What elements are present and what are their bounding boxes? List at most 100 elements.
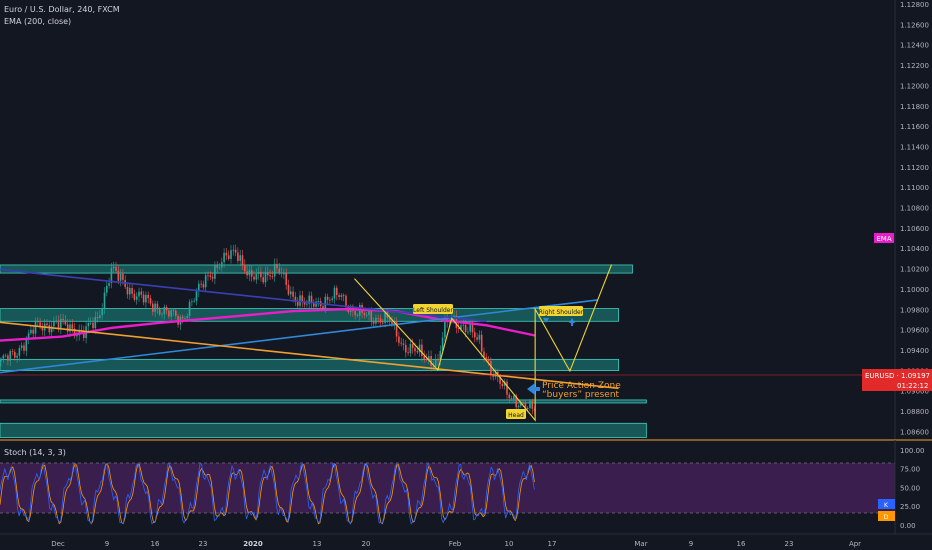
candle-body [462,324,465,326]
candle-body [195,291,198,301]
ema-indicator-label[interactable]: EMA (200, close) [4,17,71,26]
candle-body [244,264,246,272]
time-tick-label: 10 [505,540,514,548]
candle-body [467,331,469,333]
right-shoulder-text: Right Shoulder [539,309,584,316]
price-tick-label: 1.10800 [900,205,929,213]
candle-body [76,335,78,337]
candle-body [138,291,140,297]
candle-body [223,252,225,263]
candle-body [365,315,368,316]
stoch-tick-label: 0.00 [900,522,916,530]
candle-body [234,249,237,253]
candle-body [269,275,271,277]
candle-body [20,345,23,348]
candle-body [280,272,283,274]
candle-body [191,301,193,303]
price-tick-label: 1.11000 [900,184,929,192]
candle-body [0,358,2,361]
candle-body [340,295,343,297]
candle-body [336,287,338,296]
candle-body [260,272,262,278]
candle-body [62,318,64,321]
price-action-zone-note: Price Action Zone “buyers” present [527,381,621,400]
candle-body [129,288,131,295]
candle-body [430,356,432,367]
candle-body [425,358,428,360]
candle-body [434,359,437,367]
time-tick-label: 20 [362,540,371,548]
time-tick-label: 23 [199,540,208,548]
candle-body [529,400,531,408]
candle-body [218,267,221,269]
candle-body [32,329,34,334]
last-price-badge: EURUSD · 1.09197 01:22:12 [862,369,932,391]
candle-body [103,292,106,309]
candle-body [7,355,9,361]
head-label: Head [506,409,526,419]
candle-body [87,322,90,327]
candle-body [145,294,147,303]
candle-body [117,270,120,281]
stoch-indicator-label[interactable]: Stoch (14, 3, 3) [4,448,66,457]
stoch-band [0,463,895,513]
price-tick-label: 1.10600 [900,225,929,233]
candle-body [221,262,223,268]
candle-body [214,265,216,279]
candle-body [292,291,294,297]
stoch-tick-label: 50.00 [900,484,920,492]
time-tick-label: Apr [849,540,861,548]
price-tick-label: 1.12000 [900,82,929,90]
candle-body [66,324,69,332]
candle-body [331,298,333,300]
candle-body [170,310,172,317]
candle-body [184,318,186,319]
stoch-tick-label: 75.00 [900,466,920,474]
candle-body [469,324,471,332]
candle-body [508,394,511,399]
price-tick-label: 1.09800 [900,306,929,314]
d-badge-text: D [884,514,889,521]
candle-body [526,407,529,410]
chart-area[interactable]: Left Shoulder Right Shoulder Head Price … [0,0,932,550]
candle-body [287,284,290,295]
candle-body [152,303,154,312]
ema-badge-text: EMA [876,235,891,243]
candle-body [18,347,21,356]
candle-body [411,343,414,349]
candle-body [531,400,534,409]
zone-note-line-2: “buyers” present [542,390,620,400]
candle-body [64,320,67,325]
left-shoulder-text: Left Shoulder [413,307,453,314]
candle-body [216,265,218,268]
candle-body [370,310,373,321]
price-tick-label: 1.12600 [900,21,929,29]
candle-body [161,314,163,315]
candle-body [230,250,232,259]
candle-body [37,321,39,323]
candle-body [356,315,359,317]
candle-body [338,295,340,297]
candle-body [57,320,60,329]
candle-body [428,356,430,360]
price-tick-label: 1.12200 [900,62,929,70]
candle-body [246,271,248,276]
candle-body [227,255,230,259]
candle-body [106,285,108,293]
candle-body [382,322,384,324]
candle-body [250,270,253,277]
candle-body [14,351,16,358]
candle-body [131,288,133,294]
candle-body [464,324,467,332]
candle-body [94,316,97,329]
candle-body [271,276,274,278]
price-tick-label: 1.09600 [900,327,929,335]
candle-body [25,339,28,351]
candle-body [204,275,207,288]
candle-body [211,276,214,279]
candle-body [517,405,520,408]
symbol-title[interactable]: Euro / U.S. Dollar, 240, FXCM [4,5,120,14]
price-tick-label: 1.08800 [900,408,929,416]
candle-body [248,270,251,276]
bar-countdown-text: 01:22:12 [897,382,928,390]
